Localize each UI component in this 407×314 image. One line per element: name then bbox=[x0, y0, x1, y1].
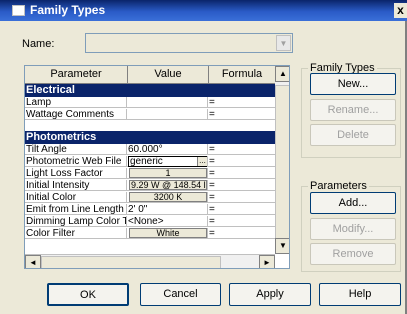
param-formula[interactable]: = bbox=[209, 192, 275, 203]
table-row[interactable]: Photometric Web File generic ... = bbox=[25, 156, 275, 167]
param-formula[interactable]: = bbox=[209, 216, 275, 227]
group-title: Electrical bbox=[26, 84, 75, 96]
param-value[interactable]: <None> bbox=[128, 216, 208, 227]
table-row[interactable]: Wattage Comments = bbox=[25, 109, 275, 120]
group-title: Photometrics bbox=[26, 131, 97, 143]
table-row[interactable]: Initial Color 3200 K = bbox=[25, 192, 275, 203]
param-name: Emit from Line Length bbox=[26, 204, 127, 215]
param-formula[interactable]: = bbox=[209, 168, 275, 179]
scroll-left-icon[interactable]: ◄ bbox=[25, 255, 41, 268]
title-bar[interactable]: Family Types x bbox=[0, 0, 407, 21]
window-title: Family Types bbox=[30, 3, 106, 17]
group-header-electrical[interactable]: Electrical bbox=[25, 84, 275, 97]
param-formula[interactable]: = bbox=[209, 144, 275, 155]
ok-button[interactable]: OK bbox=[47, 283, 129, 306]
param-name: Lamp bbox=[26, 97, 127, 108]
help-button[interactable]: Help bbox=[319, 283, 401, 306]
parameters-legend: Parameters bbox=[308, 180, 369, 192]
name-label: Name: bbox=[22, 38, 55, 50]
initial-intensity-button[interactable]: 9.29 W @ 148.54 l bbox=[129, 180, 207, 190]
param-formula[interactable]: = bbox=[209, 109, 275, 120]
column-header-value[interactable]: Value bbox=[128, 66, 209, 84]
horizontal-scrollbar[interactable]: ◄ ► bbox=[25, 254, 275, 268]
apply-button[interactable]: Apply bbox=[229, 283, 311, 306]
table-row[interactable]: Emit from Line Length 2' 0" = bbox=[25, 204, 275, 215]
param-value: generic bbox=[130, 156, 163, 167]
color-filter-button[interactable]: White bbox=[129, 228, 207, 238]
param-formula[interactable]: = bbox=[209, 204, 275, 215]
chevron-down-icon[interactable]: ▼ bbox=[276, 35, 291, 51]
param-formula[interactable]: = bbox=[209, 156, 275, 167]
param-name: Tilt Angle bbox=[26, 144, 127, 155]
param-value-cell[interactable]: generic ... bbox=[128, 156, 208, 167]
table-row[interactable]: Dimming Lamp Color Te <None> = bbox=[25, 216, 275, 227]
close-button[interactable]: x bbox=[394, 3, 407, 18]
delete-type-button[interactable]: Delete bbox=[310, 124, 396, 146]
param-value-cell[interactable]: 1 bbox=[128, 168, 208, 179]
scroll-down-icon[interactable]: ▼ bbox=[275, 238, 289, 254]
param-value[interactable]: 2' 0" bbox=[128, 204, 208, 215]
param-name: Dimming Lamp Color Te bbox=[26, 216, 127, 227]
param-value[interactable]: 60.000° bbox=[128, 144, 208, 155]
param-name: Photometric Web File bbox=[26, 156, 127, 167]
group-header-photometrics[interactable]: Photometrics bbox=[25, 131, 275, 144]
param-formula[interactable]: = bbox=[209, 180, 275, 191]
table-row[interactable]: Color Filter White = bbox=[25, 228, 275, 239]
window-icon bbox=[12, 5, 25, 16]
remove-parameter-button[interactable]: Remove bbox=[310, 243, 396, 265]
add-parameter-button[interactable]: Add... bbox=[310, 192, 396, 214]
browse-button[interactable]: ... bbox=[197, 157, 207, 166]
scroll-up-icon[interactable]: ▲ bbox=[275, 66, 289, 82]
table-spacer bbox=[25, 121, 275, 131]
horizontal-scroll-thumb[interactable] bbox=[41, 256, 221, 268]
web-file-input[interactable]: generic ... bbox=[128, 156, 207, 167]
modify-parameter-button[interactable]: Modify... bbox=[310, 218, 396, 240]
scroll-right-icon[interactable]: ► bbox=[259, 255, 275, 268]
param-name: Initial Color bbox=[26, 192, 127, 203]
column-header-parameter[interactable]: Parameter bbox=[25, 66, 128, 84]
param-value-cell[interactable]: White bbox=[128, 228, 208, 239]
table-row[interactable]: Tilt Angle 60.000° = bbox=[25, 144, 275, 155]
table-row[interactable]: Lamp = bbox=[25, 97, 275, 108]
param-value-cell[interactable]: 3200 K bbox=[128, 192, 208, 203]
rename-type-button[interactable]: Rename... bbox=[310, 99, 396, 121]
param-value[interactable] bbox=[128, 97, 208, 108]
param-name: Light Loss Factor bbox=[26, 168, 127, 179]
initial-color-button[interactable]: 3200 K bbox=[129, 192, 207, 202]
light-loss-factor-button[interactable]: 1 bbox=[129, 168, 207, 178]
param-formula[interactable]: = bbox=[209, 228, 275, 239]
param-value[interactable] bbox=[128, 109, 208, 120]
table-row[interactable]: Initial Intensity 9.29 W @ 148.54 l = bbox=[25, 180, 275, 191]
param-name: Wattage Comments bbox=[26, 109, 127, 120]
table-row[interactable]: Light Loss Factor 1 = bbox=[25, 168, 275, 179]
parameter-table: Parameter Value Formula Electrical Lamp … bbox=[24, 65, 290, 269]
cancel-button[interactable]: Cancel bbox=[140, 283, 221, 306]
param-formula[interactable]: = bbox=[209, 97, 275, 108]
param-name: Color Filter bbox=[26, 228, 127, 239]
vertical-scrollbar[interactable]: ▲ ▼ bbox=[275, 66, 289, 254]
param-value-cell[interactable]: 9.29 W @ 148.54 l bbox=[128, 180, 208, 191]
param-name: Initial Intensity bbox=[26, 180, 127, 191]
name-dropdown[interactable]: ▼ bbox=[85, 33, 293, 53]
new-type-button[interactable]: New... bbox=[310, 73, 396, 95]
table-header: Parameter Value Formula bbox=[25, 66, 289, 84]
family-types-dialog: Family Types x Name: ▼ Parameter Value F… bbox=[0, 0, 407, 314]
scroll-thumb[interactable] bbox=[275, 85, 289, 245]
column-header-formula[interactable]: Formula bbox=[209, 66, 275, 84]
